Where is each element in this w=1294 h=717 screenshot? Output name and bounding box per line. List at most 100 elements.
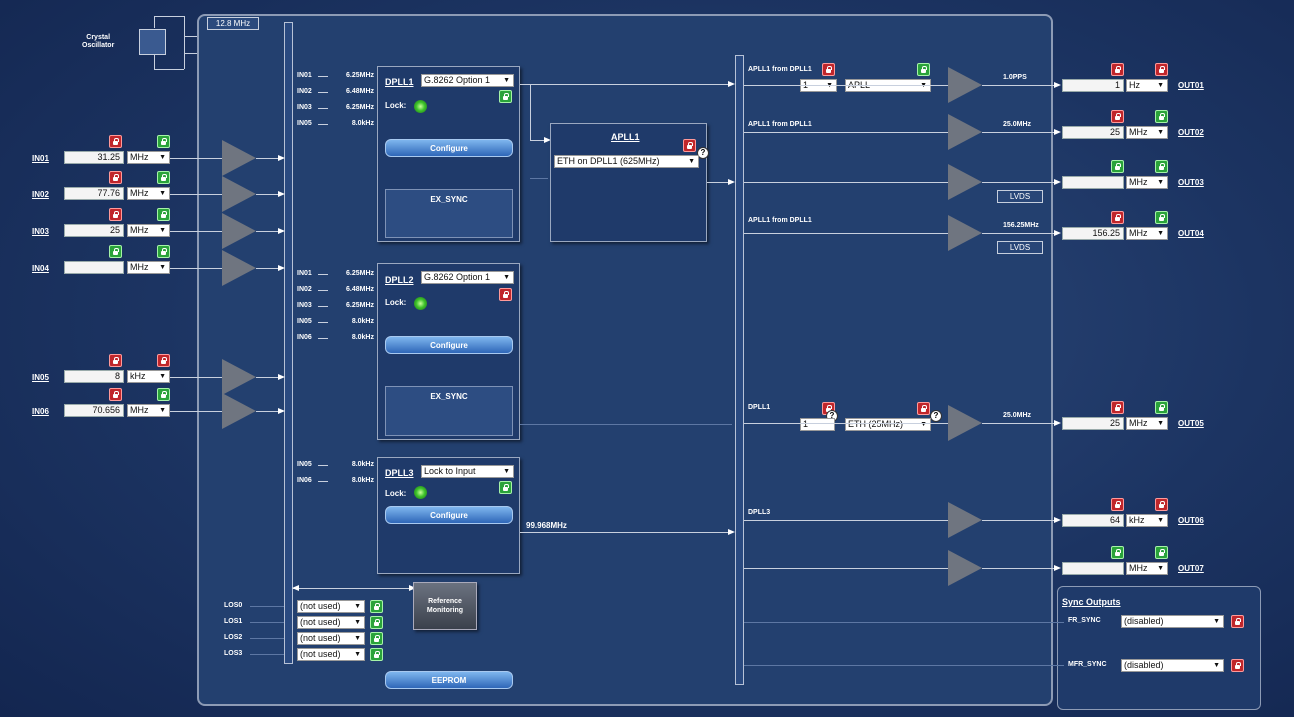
output-value-lock-6[interactable]	[1111, 546, 1124, 559]
los-select-3[interactable]: (not used) ▼	[297, 648, 365, 661]
dpll2-configure-button[interactable]: Configure	[385, 336, 513, 354]
output-unit-select-6[interactable]: MHz ▼	[1126, 562, 1168, 575]
input-value-4[interactable]: 8	[64, 370, 124, 383]
out05-src-help-icon[interactable]: ?	[930, 410, 942, 422]
output-value-1[interactable]: 25	[1062, 126, 1124, 139]
input-unit-select-2[interactable]: MHz ▼	[127, 224, 170, 237]
output-name-2[interactable]: OUT03	[1178, 178, 1204, 187]
output-name-0[interactable]: OUT01	[1178, 81, 1204, 90]
input-name-3[interactable]: IN04	[32, 264, 49, 273]
input-value-2[interactable]: 25	[64, 224, 124, 237]
input-value-lock-1[interactable]	[109, 171, 122, 184]
output-name-6[interactable]: OUT07	[1178, 564, 1204, 573]
los-select-0[interactable]: (not used) ▼	[297, 600, 365, 613]
output-value-lock-2[interactable]	[1111, 160, 1124, 173]
output-unit-select-2[interactable]: MHz ▼	[1126, 176, 1168, 189]
los-select-1[interactable]: (not used) ▼	[297, 616, 365, 629]
input-name-2[interactable]: IN03	[32, 227, 49, 236]
output-value-6[interactable]	[1062, 562, 1124, 575]
input-value-lock-3[interactable]	[109, 245, 122, 258]
input-value-3[interactable]	[64, 261, 124, 274]
out05-source-select[interactable]: ETH (25MHz) ▼	[845, 418, 931, 431]
output-value-lock-1[interactable]	[1111, 110, 1124, 123]
output-unit-select-5[interactable]: kHz ▼	[1126, 514, 1168, 527]
dpll2-title[interactable]: DPLL2	[385, 275, 414, 285]
input-name-1[interactable]: IN02	[32, 190, 49, 199]
input-value-0[interactable]: 31.25	[64, 151, 124, 164]
output-value-4[interactable]: 25	[1062, 417, 1124, 430]
apll1-mode-select[interactable]: ETH on DPLL1 (625MHz) ▼	[554, 155, 699, 168]
output-unit-lock-1[interactable]	[1155, 110, 1168, 123]
output-value-lock-0[interactable]	[1111, 63, 1124, 76]
output-name-1[interactable]: OUT02	[1178, 128, 1204, 137]
output-unit-select-3[interactable]: MHz ▼	[1126, 227, 1168, 240]
mfr-sync-lock[interactable]	[1231, 659, 1244, 672]
output-value-5[interactable]: 64	[1062, 514, 1124, 527]
input-unit-lock-4[interactable]	[157, 354, 170, 367]
dpll3-configure-button[interactable]: Configure	[385, 506, 513, 524]
input-unit-lock-1[interactable]	[157, 171, 170, 184]
output-unit-select-0[interactable]: Hz ▼	[1126, 79, 1168, 92]
output-unit-lock-2[interactable]	[1155, 160, 1168, 173]
dpll3-lock-icon[interactable]	[499, 481, 512, 494]
output-unit-select-1[interactable]: MHz ▼	[1126, 126, 1168, 139]
los-lock-2[interactable]	[370, 632, 383, 645]
dpll2-lock-icon[interactable]	[499, 288, 512, 301]
input-unit-lock-5[interactable]	[157, 388, 170, 401]
dpll1-mode-select[interactable]: G.8262 Option 1 ▼	[421, 74, 514, 87]
fr-sync-select[interactable]: (disabled) ▼	[1121, 615, 1224, 628]
output-unit-lock-5[interactable]	[1155, 498, 1168, 511]
output-value-lock-5[interactable]	[1111, 498, 1124, 511]
apll1-title[interactable]: APLL1	[611, 132, 640, 142]
output-unit-lock-6[interactable]	[1155, 546, 1168, 559]
fr-sync-lock[interactable]	[1231, 615, 1244, 628]
dpll2-mode-select[interactable]: G.8262 Option 1 ▼	[421, 271, 514, 284]
output-unit-lock-3[interactable]	[1155, 211, 1168, 224]
los-lock-3[interactable]	[370, 648, 383, 661]
input-value-5[interactable]: 70.656	[64, 404, 124, 417]
input-unit-select-5[interactable]: MHz ▼	[127, 404, 170, 417]
output-unit-lock-4[interactable]	[1155, 401, 1168, 414]
input-unit-select-0[interactable]: MHz ▼	[127, 151, 170, 164]
input-unit-lock-2[interactable]	[157, 208, 170, 221]
dpll3-mode-select[interactable]: Lock to Input ▼	[421, 465, 514, 478]
output-unit-select-4[interactable]: MHz ▼	[1126, 417, 1168, 430]
los-select-2[interactable]: (not used) ▼	[297, 632, 365, 645]
dpll3-title[interactable]: DPLL3	[385, 468, 414, 478]
input-name-5[interactable]: IN06	[32, 407, 49, 416]
dpll1-title[interactable]: DPLL1	[385, 77, 414, 87]
apll1-lock-icon[interactable]	[683, 139, 696, 152]
input-unit-select-1[interactable]: MHz ▼	[127, 187, 170, 200]
output-value-0[interactable]: 1	[1062, 79, 1124, 92]
los-lock-0[interactable]	[370, 600, 383, 613]
input-value-lock-4[interactable]	[109, 354, 122, 367]
dpll1-lock-icon[interactable]	[499, 90, 512, 103]
output-value-lock-4[interactable]	[1111, 401, 1124, 414]
output-value-lock-3[interactable]	[1111, 211, 1124, 224]
input-value-lock-5[interactable]	[109, 388, 122, 401]
reference-monitoring-button[interactable]: Reference Monitoring	[413, 582, 477, 630]
output-name-4[interactable]: OUT05	[1178, 419, 1204, 428]
input-value-1[interactable]: 77.76	[64, 187, 124, 200]
route-out01-lock[interactable]	[822, 63, 835, 76]
los-lock-1[interactable]	[370, 616, 383, 629]
out05-divider-select[interactable]: 1	[800, 418, 835, 431]
out05-src-lock[interactable]	[917, 402, 930, 415]
output-name-5[interactable]: OUT06	[1178, 516, 1204, 525]
output-value-3[interactable]: 156.25	[1062, 227, 1124, 240]
input-value-lock-0[interactable]	[109, 135, 122, 148]
out01-src-lock[interactable]	[917, 63, 930, 76]
input-name-0[interactable]: IN01	[32, 154, 49, 163]
input-unit-select-3[interactable]: MHz ▼	[127, 261, 170, 274]
input-unit-lock-3[interactable]	[157, 245, 170, 258]
dpll1-configure-button[interactable]: Configure	[385, 139, 513, 157]
input-name-4[interactable]: IN05	[32, 373, 49, 382]
mfr-sync-select[interactable]: (disabled) ▼	[1121, 659, 1224, 672]
input-unit-lock-0[interactable]	[157, 135, 170, 148]
output-value-2[interactable]	[1062, 176, 1124, 189]
output-name-3[interactable]: OUT04	[1178, 229, 1204, 238]
input-unit-select-4[interactable]: kHz ▼	[127, 370, 170, 383]
eeprom-button[interactable]: EEPROM	[385, 671, 513, 689]
output-unit-lock-0[interactable]	[1155, 63, 1168, 76]
input-value-lock-2[interactable]	[109, 208, 122, 221]
